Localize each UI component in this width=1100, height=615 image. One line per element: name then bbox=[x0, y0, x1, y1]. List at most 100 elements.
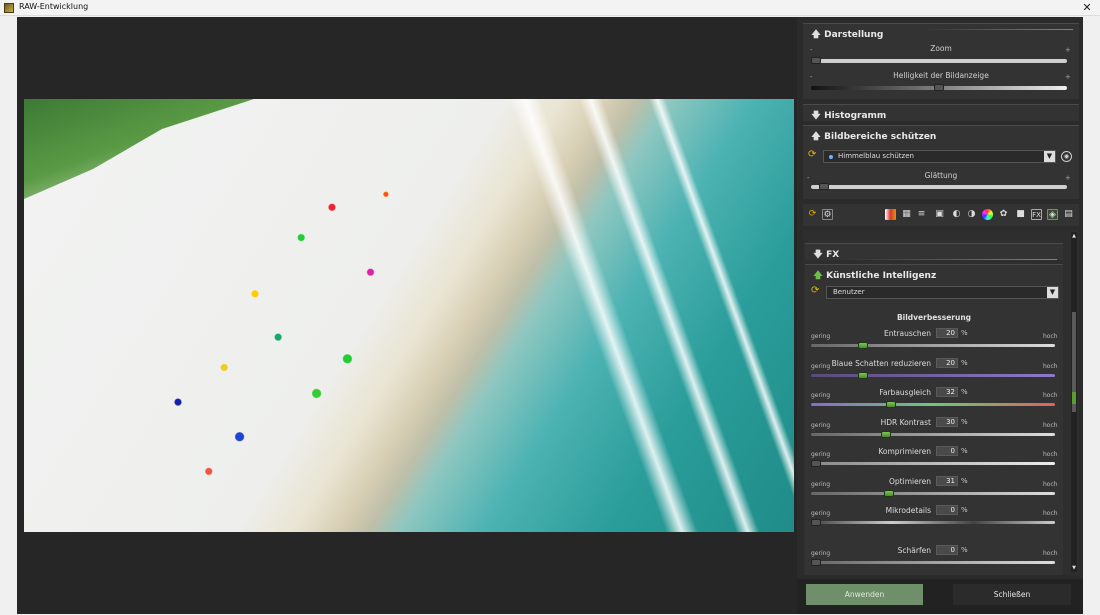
contrast-icon[interactable]: ◐ bbox=[951, 209, 962, 220]
ki-slider-row: Farbausgleich 32% gering hoch bbox=[805, 387, 1063, 417]
ki-slider-knob[interactable] bbox=[886, 401, 896, 408]
header-accent-line bbox=[923, 29, 1073, 30]
ki-slider-value-input[interactable]: 31 bbox=[936, 476, 958, 486]
ki-slider-track[interactable] bbox=[811, 401, 1055, 408]
section-kuenstliche-intelligenz: 🡅 Künstliche Intelligenz ⟳ Benutzer ▼ Bi… bbox=[805, 264, 1063, 575]
cycle-icon[interactable]: ⟳ bbox=[807, 209, 818, 220]
protect-preset-dropdown[interactable]: Himmelblau schützen ▼ bbox=[823, 150, 1056, 163]
dropdown-chevron-icon: ▼ bbox=[1047, 287, 1058, 298]
darstellung-header[interactable]: 🡅 Darstellung bbox=[811, 27, 883, 43]
camera-icon[interactable]: ■ bbox=[1015, 209, 1026, 220]
expand-down-arrow-icon: 🡇 bbox=[813, 250, 823, 260]
curves-icon[interactable]: ≡ bbox=[916, 209, 927, 220]
ki-slider-value-input[interactable]: 0 bbox=[936, 505, 958, 515]
ki-title: Künstliche Intelligenz bbox=[826, 271, 937, 281]
percent-sign: % bbox=[961, 477, 968, 485]
scroll-up-arrow-icon[interactable]: ▲ bbox=[1071, 232, 1077, 240]
smoothing-slider[interactable] bbox=[811, 183, 1067, 190]
cycle-icon[interactable]: ⟳ bbox=[811, 285, 819, 296]
zoom-slider[interactable] bbox=[811, 57, 1067, 64]
section-bildbereiche-schuetzen: 🡅 Bildbereiche schützen ⟳ Himmelblau sch… bbox=[803, 125, 1079, 199]
percent-sign: % bbox=[961, 359, 968, 367]
histogramm-header[interactable]: 🡇 Histogramm bbox=[811, 108, 886, 124]
beach-photo[interactable] bbox=[24, 99, 794, 532]
ki-header[interactable]: 🡅 Künstliche Intelligenz bbox=[813, 268, 936, 284]
percent-sign: % bbox=[961, 447, 968, 455]
section-fx: 🡇 FX bbox=[805, 243, 1063, 260]
percent-sign: % bbox=[961, 546, 968, 554]
ki-slider-value-input[interactable]: 30 bbox=[936, 417, 958, 427]
ki-slider-track[interactable] bbox=[811, 431, 1055, 438]
smoothing-slider-knob[interactable] bbox=[819, 183, 829, 190]
ki-slider-row: HDR Kontrast 30% gering hoch bbox=[805, 417, 1063, 447]
image-icon[interactable]: ▣ bbox=[934, 209, 945, 220]
percent-sign: % bbox=[961, 388, 968, 396]
ki-high-label: hoch bbox=[1043, 550, 1058, 557]
close-button[interactable]: Schließen bbox=[953, 584, 1071, 605]
zoom-slider-knob[interactable] bbox=[811, 57, 821, 64]
ki-slider-track[interactable] bbox=[811, 490, 1055, 497]
ki-slider-track[interactable] bbox=[811, 519, 1055, 526]
color-picker-icon[interactable]: ✿ bbox=[998, 209, 1009, 220]
ki-slider-track[interactable] bbox=[811, 559, 1055, 566]
close-window-button[interactable]: ✕ bbox=[1080, 0, 1094, 15]
ki-slider-knob[interactable] bbox=[858, 372, 868, 379]
target-icon[interactable]: ◉ bbox=[1061, 151, 1072, 162]
ki-slider-value-input[interactable]: 0 bbox=[936, 545, 958, 555]
stack-icon[interactable]: ▤ bbox=[1063, 209, 1074, 220]
ki-high-label: hoch bbox=[1043, 510, 1058, 517]
ki-high-label: hoch bbox=[1043, 363, 1058, 370]
color-wheel-icon[interactable] bbox=[982, 209, 993, 220]
ki-slider-track[interactable] bbox=[811, 372, 1055, 379]
ki-slider-knob[interactable] bbox=[811, 519, 821, 526]
brightness-minus: - bbox=[810, 73, 813, 81]
scroll-down-arrow-icon[interactable]: ▼ bbox=[1071, 564, 1077, 572]
ki-slider-knob[interactable] bbox=[811, 460, 821, 467]
section-darstellung: 🡅 Darstellung - Zoom + - Helligkeit der … bbox=[803, 23, 1079, 99]
ki-slider-track[interactable] bbox=[811, 460, 1055, 467]
ki-slider-value-input[interactable]: 0 bbox=[936, 446, 958, 456]
ki-slider-knob[interactable] bbox=[858, 342, 868, 349]
ki-slider-row: Schärfen 0% gering hoch bbox=[805, 545, 1063, 575]
ki-slider-value-input[interactable]: 20 bbox=[936, 328, 958, 338]
ki-preset-dropdown[interactable]: Benutzer ▼ bbox=[826, 286, 1059, 299]
ki-slider-track[interactable] bbox=[811, 342, 1055, 349]
schuetzen-header[interactable]: 🡅 Bildbereiche schützen bbox=[811, 129, 936, 145]
panel-scrollbar[interactable]: ▲ ▼ bbox=[1071, 232, 1077, 572]
section-histogramm: 🡇 Histogramm bbox=[803, 104, 1079, 121]
ki-slider-value-input[interactable]: 20 bbox=[936, 358, 958, 368]
gradient-icon[interactable] bbox=[885, 209, 896, 220]
tool-toolbar: ⟳ ⚙ ▦ ≡ ▣ ◐ ◑ ✿ ■ FX ◈ ▤ bbox=[803, 204, 1079, 226]
ki-high-label: hoch bbox=[1043, 422, 1058, 429]
brightness-label: Helligkeit der Bildanzeige bbox=[893, 71, 989, 80]
ki-high-label: hoch bbox=[1043, 333, 1058, 340]
header-accent-line bbox=[845, 259, 1057, 260]
apply-button[interactable]: Anwenden bbox=[806, 584, 923, 605]
scroll-position-marker bbox=[1072, 392, 1076, 404]
zoom-label: Zoom bbox=[930, 44, 952, 53]
fx-header[interactable]: 🡇 FX bbox=[813, 247, 839, 263]
ki-high-label: hoch bbox=[1043, 392, 1058, 399]
ki-slider-knob[interactable] bbox=[884, 490, 894, 497]
smoothing-minus: - bbox=[807, 174, 810, 182]
settings-scroll-area[interactable]: 🡇 FX 🡅 Künstliche Intelligenz ⟳ Benutzer… bbox=[803, 230, 1079, 575]
percent-sign: % bbox=[961, 329, 968, 337]
ki-slider-knob[interactable] bbox=[881, 431, 891, 438]
fx-icon[interactable]: FX bbox=[1031, 209, 1042, 220]
brightness-slider-knob[interactable] bbox=[934, 84, 944, 91]
gear-icon[interactable]: ⚙ bbox=[822, 209, 833, 220]
app-icon bbox=[4, 3, 14, 13]
tone-icon[interactable]: ◑ bbox=[966, 209, 977, 220]
ki-low-label: gering bbox=[811, 363, 831, 370]
ki-slider-row: Komprimieren 0% gering hoch bbox=[805, 446, 1063, 476]
cycle-icon[interactable]: ⟳ bbox=[808, 149, 816, 160]
ki-low-label: gering bbox=[811, 333, 831, 340]
ki-slider-knob[interactable] bbox=[811, 559, 821, 566]
zoom-plus: + bbox=[1065, 46, 1071, 54]
brightness-slider[interactable] bbox=[811, 84, 1067, 91]
ai-icon[interactable]: ◈ bbox=[1047, 209, 1058, 220]
window-title: RAW-Entwicklung bbox=[19, 2, 89, 11]
ki-slider-value-input[interactable]: 32 bbox=[936, 387, 958, 397]
levels-icon[interactable]: ▦ bbox=[901, 209, 912, 220]
protect-preset-value: Himmelblau schützen bbox=[838, 152, 914, 160]
